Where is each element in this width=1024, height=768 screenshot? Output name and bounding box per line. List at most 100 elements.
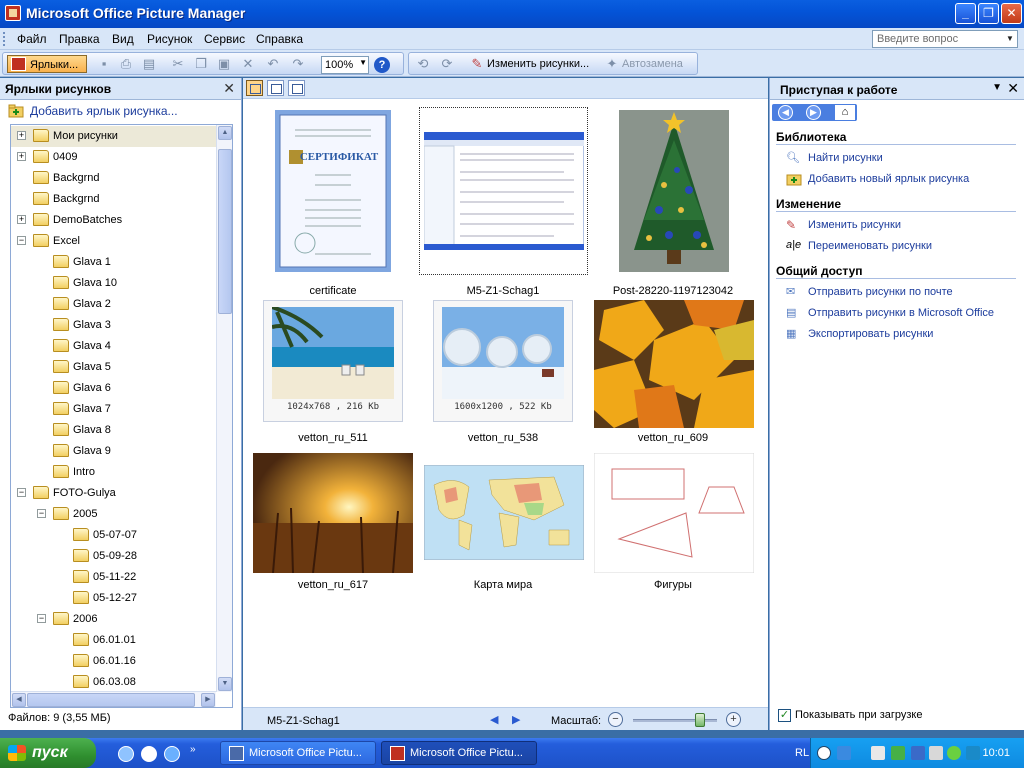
send-to-office-link[interactable]: Отправить рисунки в Microsoft Office [808,307,994,319]
tree-item[interactable]: 05-07-07 [11,525,216,546]
print-icon[interactable]: ⎙ [118,56,134,72]
title-bar[interactable]: Microsoft Office Picture Manager _ ❐ ✕ [0,0,1024,28]
scroll-down-icon[interactable]: ▼ [218,677,232,691]
thumbnail-cell[interactable]: Карта мира [418,451,588,641]
thumbnail-image[interactable] [442,307,564,399]
media-player-icon[interactable] [141,746,157,762]
tray-device-icon[interactable] [929,746,943,760]
next-picture-icon[interactable]: ▶ [512,713,520,726]
thumbnail-image[interactable] [424,465,584,560]
tree-item[interactable]: − 2005 [11,504,216,525]
task-pane-dropdown-icon[interactable]: ▼ [992,82,1002,93]
thumbnail-cell[interactable]: Фигуры [588,451,758,641]
undo-icon[interactable]: ↶ [265,56,281,72]
browser-icon[interactable] [164,746,180,762]
close-button[interactable]: ✕ [1001,3,1022,24]
export-icon[interactable]: ▤ [141,56,157,72]
tree-vertical-scrollbar[interactable]: ▲ ▼ [216,125,232,692]
scroll-thumb[interactable] [218,149,232,314]
delete-icon[interactable]: ✕ [240,56,256,72]
tree-item[interactable]: + DemoBatches [11,210,216,231]
home-icon[interactable]: ⌂ [834,104,856,121]
help-question-input[interactable]: Введите вопрос ▼ [872,30,1018,48]
shortcuts-button[interactable]: Ярлыки... [7,55,87,73]
thumbnail-cell[interactable]: СЕРТИФИКАТ certificate [248,107,418,297]
tray-volume-icon[interactable] [966,746,980,760]
export-pictures-link[interactable]: Экспортировать рисунки [808,328,933,340]
tree-item[interactable]: Glava 1 [11,252,216,273]
add-shortcut-link[interactable]: Добавить ярлык рисунка... [8,104,178,118]
scroll-up-icon[interactable]: ▲ [218,126,232,140]
tree-item[interactable]: +0409 [11,147,216,168]
cut-icon[interactable]: ✂ [170,56,186,72]
menu-picture[interactable]: Рисунок [147,32,192,46]
start-button[interactable]: пуск [0,738,96,768]
quicklaunch-more-icon[interactable]: » [190,744,196,755]
forward-icon[interactable]: ▶ [806,105,821,120]
menu-file[interactable]: Файл [17,32,47,46]
menu-help[interactable]: Справка [256,32,303,46]
tree-item[interactable]: Glava 7 [11,399,216,420]
zoom-in-icon[interactable]: + [726,712,741,727]
scroll-left-icon[interactable]: ◀ [12,693,26,707]
copy-icon[interactable]: ❐ [193,56,209,72]
menu-edit[interactable]: Правка [59,32,100,46]
tree-item[interactable]: + Мои рисунки [11,126,216,147]
tree-item[interactable]: − Excel [11,231,216,252]
thumbnail-image[interactable] [272,307,394,399]
tree-horizontal-scrollbar[interactable]: ◀ ▶ [11,691,216,707]
tree-item[interactable]: Glava 10 [11,273,216,294]
menu-tools[interactable]: Сервис [204,32,245,46]
zoom-out-icon[interactable]: − [608,712,623,727]
menu-grip[interactable] [3,32,7,46]
filmstrip-view-button[interactable] [267,80,284,96]
expand-icon[interactable]: + [17,215,26,224]
tray-shield-icon[interactable] [891,746,905,760]
zoom-dropdown-icon[interactable]: ▼ [359,58,367,67]
collapse-icon[interactable]: − [37,509,46,518]
tree-item[interactable]: Glava 6 [11,378,216,399]
minimize-button[interactable]: _ [955,3,976,24]
rename-pictures-link[interactable]: Переименовать рисунки [808,240,932,252]
add-new-shortcut-link[interactable]: Добавить новый ярлык рисунка [808,173,969,185]
tree-item[interactable]: Glava 2 [11,294,216,315]
tree-item[interactable]: 05-12-27 [11,588,216,609]
help-icon[interactable]: ? [374,57,390,73]
taskbar-item[interactable]: Microsoft Office Pictu... [220,741,376,765]
ie-icon[interactable] [118,746,134,762]
zoom-slider-knob[interactable] [695,713,705,727]
thumbnail-image[interactable] [594,453,754,573]
language-indicator[interactable]: RL [795,747,809,759]
show-on-startup-checkbox[interactable]: ✓ [778,709,791,722]
previous-picture-icon[interactable]: ◀ [490,713,498,726]
thumbnail-view-button[interactable] [246,80,263,96]
redo-icon[interactable]: ↷ [290,56,306,72]
tree-item[interactable]: Glava 5 [11,357,216,378]
task-pane-close-icon[interactable]: ✕ [1007,80,1019,97]
scroll-right-icon[interactable]: ▶ [201,693,215,707]
tree-item[interactable]: 05-11-22 [11,567,216,588]
paste-icon[interactable]: ▣ [216,56,232,72]
menu-view[interactable]: Вид [112,32,134,46]
collapse-icon[interactable]: − [17,488,26,497]
save-icon[interactable]: ▪ [96,56,112,72]
expand-icon[interactable]: + [17,152,26,161]
find-pictures-link[interactable]: Найти рисунки [808,152,883,164]
maximize-button[interactable]: ❐ [978,3,999,24]
edit-pictures-button[interactable]: ✎ Изменить рисунки... [469,55,590,73]
thumbnail-image[interactable] [619,110,729,272]
tree-item[interactable]: 06.03.08 [11,672,216,693]
email-pictures-link[interactable]: Отправить рисунки по почте [808,286,953,298]
thumbnail-image[interactable] [253,453,413,573]
tree-item[interactable]: Backgrnd [11,189,216,210]
tree-item[interactable]: Glava 4 [11,336,216,357]
zoom-slider[interactable] [633,713,717,727]
help-dropdown-arrow-icon[interactable]: ▼ [1004,32,1016,46]
tray-back-icon[interactable] [817,746,831,760]
rotate-left-icon[interactable]: ⟲ [415,56,431,72]
tray-bluetooth-icon[interactable] [911,746,925,760]
tree-item[interactable]: Intro [11,462,216,483]
back-icon[interactable]: ◀ [778,105,793,120]
tree-item[interactable]: 06.01.01 [11,630,216,651]
autocorrect-button[interactable]: ✦ Автозамена [604,55,683,73]
